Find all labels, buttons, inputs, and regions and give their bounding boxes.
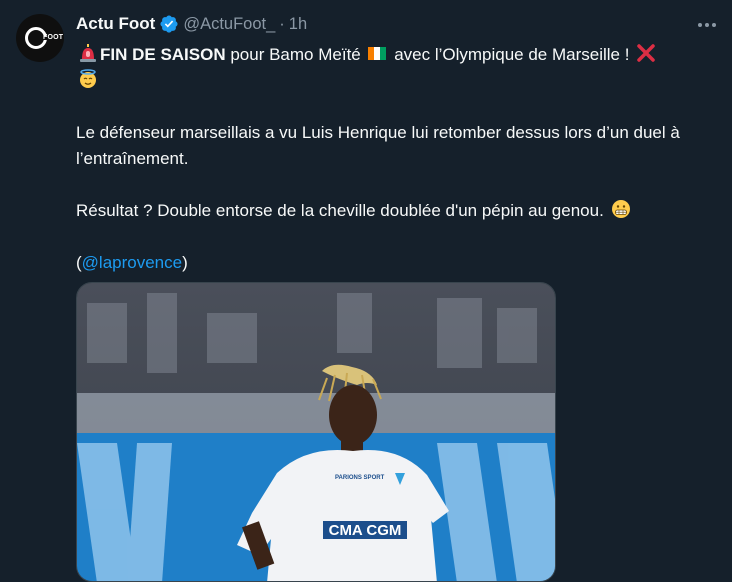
tweet-paragraph-3: Résultat ? Double entorse de la cheville… — [76, 198, 712, 224]
red-x-icon — [636, 43, 656, 63]
separator-dot: · — [279, 14, 285, 33]
tweet-text: FIN DE SAISON pour Bamo Meïté avec l’Oly… — [76, 42, 712, 276]
siren-icon — [78, 43, 98, 63]
timestamp[interactable]: 1h — [289, 15, 307, 34]
author-handle[interactable]: @ActuFoot_ — [183, 15, 275, 34]
headline-bold: FIN DE SAISON — [100, 45, 226, 64]
result-text: Résultat ? Double entorse de la cheville… — [76, 201, 609, 220]
more-options-icon[interactable] — [696, 14, 718, 36]
headline-text: pour Bamo Meïté — [225, 45, 366, 64]
tweet-paragraph-2: Le défenseur marseillais a vu Luis Henri… — [76, 123, 680, 168]
face-with-halo-icon — [78, 69, 98, 89]
author-name[interactable]: Actu Foot — [76, 14, 155, 34]
tweet-header: Actu Foot @ActuFoot_ · 1h — [76, 12, 307, 36]
avatar[interactable]: FOOT — [16, 14, 64, 62]
verified-badge-icon — [159, 14, 179, 34]
tweet-paragraph-4: (@laprovence) — [76, 250, 712, 276]
avatar-logo-text: FOOT — [43, 34, 64, 41]
mention-link[interactable]: @laprovence — [82, 253, 182, 272]
photo-illustration: CMA CGM PARIONS SPORT — [77, 283, 555, 581]
jersey-sponsor-text: CMA CGM — [329, 522, 402, 539]
paren-close: ) — [182, 253, 188, 272]
grimacing-face-icon — [611, 199, 631, 219]
tweet-photo[interactable]: CMA CGM PARIONS SPORT — [76, 282, 556, 582]
tweet-paragraph-1: FIN DE SAISON pour Bamo Meïté avec l’Oly… — [76, 42, 712, 94]
ivory-coast-flag-icon — [367, 43, 387, 63]
headline-text-2: avec l’Olympique de Marseille ! — [389, 45, 635, 64]
jersey-badge-text: PARIONS SPORT — [335, 475, 385, 481]
